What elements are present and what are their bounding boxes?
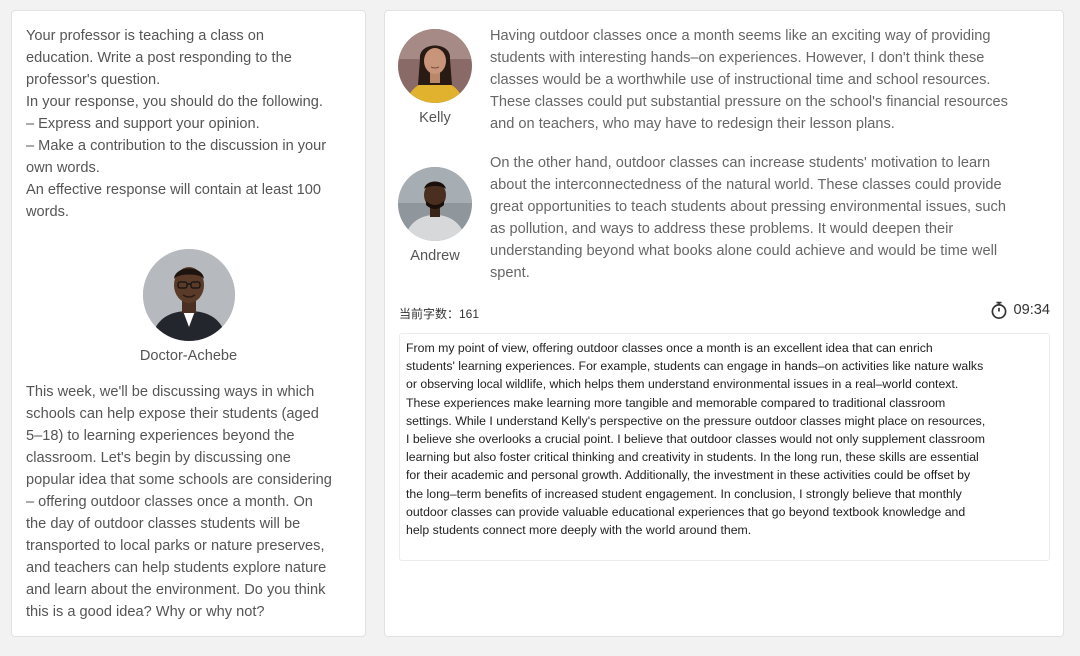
andrew-portrait-icon bbox=[398, 167, 472, 241]
kelly-post: Having outdoor classes once a month seem… bbox=[490, 25, 1050, 135]
question-line: the day of outdoor classes students will… bbox=[26, 516, 301, 532]
post-line: and on teachers, who may have to redesig… bbox=[490, 116, 895, 132]
instruction-line: An effective response will contain at le… bbox=[26, 182, 322, 198]
post-line: These classes could put substantial pres… bbox=[490, 94, 1008, 110]
post-line: students with interesting hands–on exper… bbox=[490, 50, 985, 66]
professor-name: Doctor-Achebe bbox=[139, 348, 238, 364]
instruction-line: – Make a contribution to the discussion … bbox=[26, 138, 327, 154]
response-line: From my point of view, offering outdoor … bbox=[406, 341, 933, 355]
timer-value: 09:34 bbox=[1013, 302, 1050, 318]
professor-portrait-icon bbox=[143, 249, 235, 341]
professor-question: This week, we'll be discussing ways in w… bbox=[26, 381, 356, 623]
question-line: This week, we'll be discussing ways in w… bbox=[26, 384, 315, 400]
task-instructions: Your professor is teaching a class on ed… bbox=[26, 25, 356, 223]
word-count: 当前字数：161 bbox=[399, 307, 480, 321]
post-line: as pollution, and ways to address these … bbox=[490, 221, 954, 237]
question-line: classroom. Let's begin by discussing one bbox=[26, 450, 291, 466]
question-line: 5–18) to learning experiences beyond the bbox=[26, 428, 295, 444]
post-line: spent. bbox=[490, 265, 530, 281]
response-line: I believe she overlooks a crucial point.… bbox=[406, 432, 985, 447]
response-textarea[interactable]: From my point of view, offering outdoor … bbox=[399, 333, 1050, 561]
question-line: this is a good idea? Why or why not? bbox=[26, 604, 265, 620]
question-line: transported to local parks or nature pre… bbox=[26, 538, 325, 554]
post-line: On the other hand, outdoor classes can i… bbox=[490, 155, 991, 171]
post-line: about the interconnectedness of the natu… bbox=[490, 177, 1002, 193]
professor-avatar bbox=[143, 249, 235, 341]
response-line: the long–term benefits of increased stud… bbox=[406, 486, 962, 501]
response-line: outdoor classes can provide valuable edu… bbox=[406, 504, 966, 519]
response-line: students' learning experiences. For exam… bbox=[406, 359, 984, 374]
instruction-line: – Express and support your opinion. bbox=[26, 116, 260, 132]
instruction-line: In your response, you should do the foll… bbox=[26, 94, 323, 110]
instruction-line: Your professor is teaching a class on bbox=[26, 28, 264, 44]
kelly-name: Kelly bbox=[419, 110, 451, 126]
question-line: – offering outdoor classes once a month.… bbox=[26, 494, 313, 510]
discussion-panel: Kelly Having outdoor classes once a mont… bbox=[384, 10, 1064, 637]
question-line: and teachers can help students explore n… bbox=[26, 560, 327, 576]
question-line: popular idea that some schools are consi… bbox=[26, 472, 332, 488]
post-line: great opportunities to teach students ab… bbox=[490, 199, 1006, 215]
response-text[interactable]: From my point of view, offering outdoor … bbox=[406, 339, 1046, 539]
andrew-avatar bbox=[398, 167, 472, 241]
response-line: help students connect more deeply with t… bbox=[406, 523, 752, 538]
stopwatch-icon bbox=[992, 301, 1007, 319]
instruction-line: words. bbox=[26, 204, 69, 220]
post-line: classes would be a worthwhile use of ins… bbox=[490, 72, 991, 88]
prompt-panel: Your professor is teaching a class on ed… bbox=[11, 10, 366, 637]
response-line: These experiences make learning more tan… bbox=[406, 395, 946, 410]
countdown-timer: 09:34 bbox=[990, 301, 1050, 319]
andrew-name: Andrew bbox=[410, 248, 460, 264]
question-line: and learn about the environment. Do you … bbox=[26, 582, 326, 598]
response-line: for their academic and personal growth. … bbox=[406, 468, 971, 483]
instruction-line: professor's question. bbox=[26, 72, 161, 88]
post-line: Having outdoor classes once a month seem… bbox=[490, 28, 991, 44]
response-line: settings. While I understand Kelly's per… bbox=[406, 413, 986, 428]
question-line: schools can help expose their students (… bbox=[26, 406, 319, 422]
andrew-post: On the other hand, outdoor classes can i… bbox=[490, 152, 1050, 284]
response-line: or observing local wildlife, which helps… bbox=[406, 377, 959, 392]
kelly-portrait-icon bbox=[398, 29, 472, 103]
response-line: learning but also foster critical thinki… bbox=[406, 450, 979, 465]
post-line: understanding beyond what books alone co… bbox=[490, 243, 998, 259]
instruction-line: own words. bbox=[26, 160, 100, 176]
instruction-line: education. Write a post responding to th… bbox=[26, 50, 292, 66]
kelly-avatar bbox=[398, 29, 472, 103]
